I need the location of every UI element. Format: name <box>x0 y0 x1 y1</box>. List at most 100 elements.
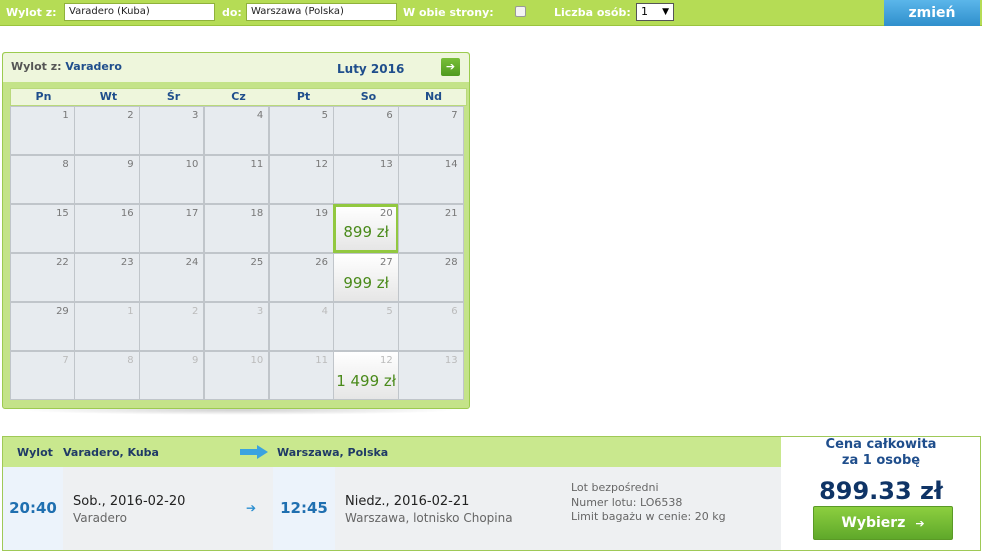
info-flight-number: Numer lotu: LO6538 <box>571 495 683 509</box>
calendar-day: 29 <box>9 301 75 351</box>
day-number: 11 <box>250 158 264 170</box>
calendar-day: 11 <box>203 154 270 204</box>
day-number: 2 <box>127 109 134 121</box>
calendar-day: 14 <box>398 154 464 204</box>
calendar-day: 10 <box>139 154 205 204</box>
calendar-day: 10 <box>203 350 270 400</box>
price-box: Cena całkowita za 1 osobę 899.33 zł Wybi… <box>782 437 980 550</box>
calendar-day: 11 <box>268 350 334 400</box>
day-number: 4 <box>256 109 264 121</box>
calendar-day: 24 <box>139 252 205 302</box>
day-number: 11 <box>315 354 328 366</box>
arrival-box: Niedz., 2016-02-21 Warszawa, lotnisko Ch… <box>335 467 781 550</box>
select-flight-button[interactable]: Wybierz ➔ <box>813 506 953 540</box>
day-number: 8 <box>127 354 134 366</box>
calendar-day: 15 <box>9 203 75 253</box>
calendar-day: 6 <box>333 105 399 155</box>
change-search-button[interactable]: zmień <box>884 0 980 26</box>
calendar-grid: Pn Wt Śr Cz Pt So Nd 1 2 3 4 5 6 7 8 9 10 11 12 13 14 15 16 17… <box>9 88 467 400</box>
arrival-day: Niedz. <box>345 494 386 509</box>
search-bar: Wylot z: Varadero (Kuba) do: Warszawa (P… <box>0 0 982 26</box>
calendar-day: 21 <box>398 203 464 253</box>
roundtrip-checkbox[interactable] <box>515 6 526 17</box>
day-number: 27 <box>380 256 393 268</box>
flight-details: 20:40 Sob., 2016-02-20 Varadero ➔ 12:45 … <box>3 467 781 550</box>
arrival-date-value: , 2016-02-21 <box>385 494 470 509</box>
day-number: 20 <box>380 207 393 219</box>
arrow-right-icon: ➔ <box>915 517 925 530</box>
day-number: 24 <box>185 256 199 268</box>
persons-value: 1 <box>641 5 648 18</box>
flight-info: Lot bezpośredni Numer lotu: LO6538 Limit… <box>571 481 726 525</box>
persons-select[interactable]: 1 ▼ <box>636 3 674 21</box>
calendar-day: 23 <box>74 252 140 302</box>
day-number: 14 <box>444 158 458 170</box>
calendar-day: 7 <box>398 105 464 155</box>
day-number: 13 <box>380 158 393 170</box>
calendar-day-with-price[interactable]: 20 899 zł <box>333 203 399 253</box>
day-number: 9 <box>127 158 134 170</box>
day-number: 19 <box>315 207 328 219</box>
departure-day: Sob. <box>73 494 102 509</box>
calendar-day-with-price[interactable]: 27 999 zł <box>333 252 399 302</box>
day-number: 26 <box>315 256 328 268</box>
day-number: 1 <box>62 109 69 121</box>
departure-time: 20:40 <box>3 467 63 550</box>
flight-offer: Wylot Varadero, Kuba Warszawa, Polska 20… <box>2 436 981 551</box>
calendar-from-label: Wylot z: <box>11 60 62 73</box>
calendar-day: 12 <box>268 154 334 204</box>
flight-origin: Varadero, Kuba <box>63 446 159 459</box>
calendar-week: 1 2 3 4 5 6 7 <box>9 105 467 155</box>
weekday-3: Cz <box>231 90 246 103</box>
calendar-week: 22 23 24 25 26 27 999 zł 28 <box>9 252 467 302</box>
departure-box: Sob., 2016-02-20 Varadero ➔ <box>63 467 273 550</box>
day-number: 29 <box>56 305 69 317</box>
to-label: do: <box>222 6 242 19</box>
to-input[interactable]: Warszawa (Polska) <box>246 3 397 21</box>
day-number: 21 <box>444 207 458 219</box>
calendar-day: 5 <box>333 301 399 351</box>
weekday-0: Pn <box>35 90 52 103</box>
calendar-day: 2 <box>139 301 205 351</box>
day-number: 18 <box>250 207 264 219</box>
info-baggage: Limit bagażu w cenie: 20 kg <box>571 510 726 523</box>
day-number: 7 <box>62 354 69 366</box>
weekday-header: Pn Wt Śr Cz Pt So Nd <box>10 88 467 106</box>
day-number: 10 <box>185 158 199 170</box>
calendar-day: 8 <box>9 154 75 204</box>
calendar-day: 19 <box>268 203 334 253</box>
calendar-day: 22 <box>9 252 75 302</box>
persons-label: Liczba osób: <box>554 6 631 19</box>
flight-destination: Warszawa, Polska <box>277 446 389 459</box>
calendar-day: 2 <box>74 105 140 155</box>
roundtrip-label: W obie strony: <box>403 6 494 19</box>
next-month-button[interactable]: ➔ <box>441 58 460 76</box>
from-label: Wylot z: <box>6 6 57 19</box>
calendar-day: 4 <box>203 105 270 155</box>
calendar-week: 7 8 9 10 11 12 1 499 zł 13 <box>9 350 467 400</box>
day-number: 1 <box>127 305 134 317</box>
select-button-label: Wybierz <box>841 515 906 531</box>
calendar-month: Luty 2016 <box>337 62 405 76</box>
calendar-day: 3 <box>139 105 205 155</box>
calendar-day: 18 <box>203 203 270 253</box>
day-number: 3 <box>192 109 199 121</box>
day-number: 23 <box>120 256 134 268</box>
from-input[interactable]: Varadero (Kuba) <box>64 3 215 21</box>
arrival-time: 12:45 <box>273 467 335 550</box>
price-label-line2: za 1 osobę <box>841 453 921 468</box>
calendar-week: 29 1 2 3 4 5 6 <box>9 301 467 351</box>
chevron-down-icon: ▼ <box>662 7 669 17</box>
price-value: 899.33 zł <box>819 477 943 505</box>
day-number: 16 <box>120 207 134 219</box>
calendar-from-city: Varadero <box>65 60 122 73</box>
weekday-6: Nd <box>424 90 443 103</box>
calendar-day: 25 <box>203 252 270 302</box>
day-number: 17 <box>185 207 199 219</box>
calendar-day: 4 <box>268 301 334 351</box>
calendar-day-with-price[interactable]: 12 1 499 zł <box>333 350 399 400</box>
calendar-day: 7 <box>9 350 75 400</box>
arrival-place: Warszawa, lotnisko Chopina <box>345 511 513 525</box>
calendar-day: 3 <box>203 301 270 351</box>
calendar-day: 13 <box>333 154 399 204</box>
